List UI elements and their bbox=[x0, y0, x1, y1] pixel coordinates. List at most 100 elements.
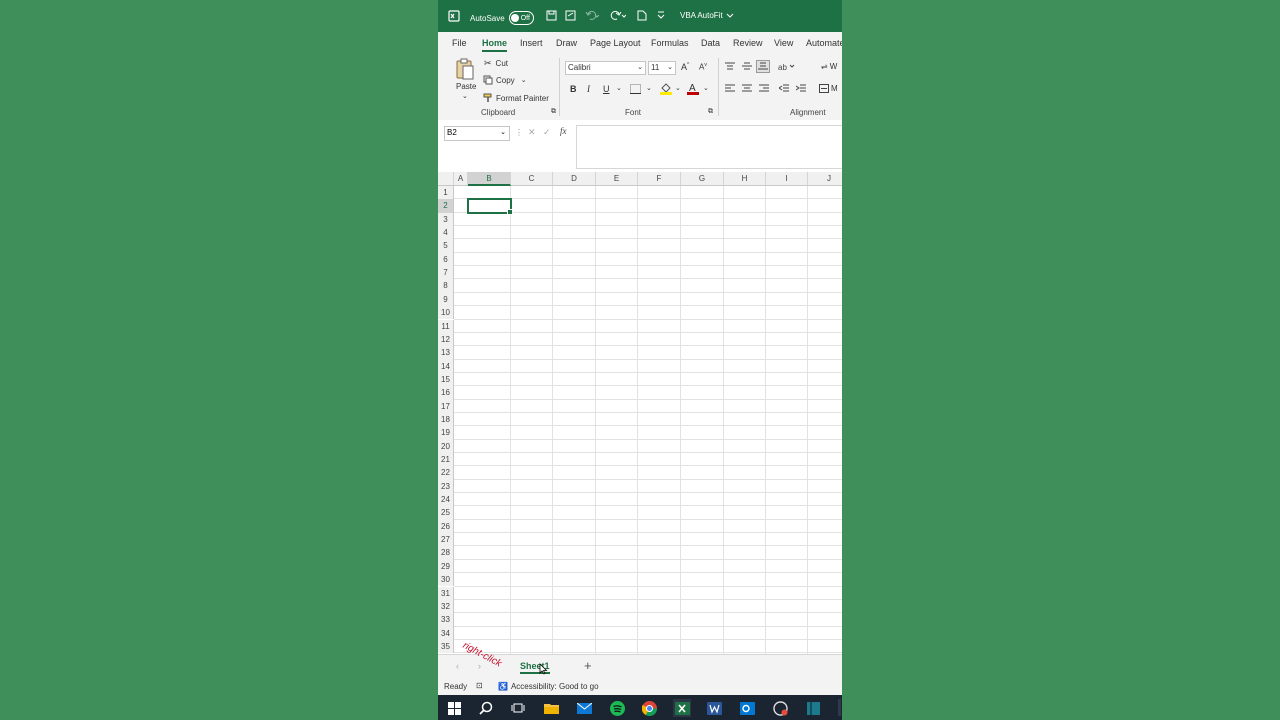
row-header-33[interactable]: 33 bbox=[438, 613, 454, 627]
clipboard-launcher-icon[interactable]: ⧉ bbox=[551, 108, 556, 116]
column-header-f[interactable]: F bbox=[638, 172, 681, 186]
row-header-4[interactable]: 4 bbox=[438, 226, 454, 240]
borders-dropdown-icon[interactable]: ⌄ bbox=[646, 84, 652, 92]
row-header-9[interactable]: 9 bbox=[438, 292, 454, 307]
column-header-i[interactable]: I bbox=[766, 172, 808, 186]
row-header-31[interactable]: 31 bbox=[438, 586, 454, 600]
row-header-35[interactable]: 35 bbox=[438, 639, 454, 654]
wrap-text-button[interactable]: ⇌ W bbox=[821, 62, 837, 71]
spotify-icon[interactable] bbox=[608, 699, 626, 717]
row-header-7[interactable]: 7 bbox=[438, 266, 454, 280]
fill-color-icon[interactable] bbox=[660, 82, 672, 97]
name-box[interactable]: B2 ⌄ bbox=[444, 126, 510, 141]
row-header-24[interactable]: 24 bbox=[438, 493, 454, 507]
decrease-font-button[interactable]: Av bbox=[699, 62, 707, 72]
underline-button[interactable]: U bbox=[603, 84, 610, 94]
row-header-15[interactable]: 15 bbox=[438, 372, 454, 387]
row-header-17[interactable]: 17 bbox=[438, 399, 454, 413]
orientation-icon[interactable]: ab bbox=[778, 61, 796, 73]
active-cell-b2[interactable] bbox=[467, 198, 513, 215]
row-header-3[interactable]: 3 bbox=[438, 212, 454, 227]
save-icon[interactable] bbox=[546, 10, 557, 21]
tab-data[interactable]: Data bbox=[701, 38, 720, 48]
increase-font-button[interactable]: A^ bbox=[681, 62, 689, 72]
row-header-27[interactable]: 27 bbox=[438, 533, 454, 547]
font-color-icon[interactable]: A bbox=[687, 82, 699, 97]
font-name-select[interactable]: Calibri ⌄ bbox=[565, 61, 646, 75]
column-header-h[interactable]: H bbox=[724, 172, 766, 186]
insert-function-icon[interactable]: fx bbox=[560, 126, 567, 136]
column-header-g[interactable]: G bbox=[681, 172, 724, 186]
tab-page-layout[interactable]: Page Layout bbox=[590, 38, 641, 48]
row-header-19[interactable]: 19 bbox=[438, 426, 454, 440]
word-icon[interactable] bbox=[705, 699, 723, 717]
row-header-1[interactable]: 1 bbox=[438, 186, 454, 200]
column-header-a[interactable]: A bbox=[454, 172, 468, 186]
row-header-16[interactable]: 16 bbox=[438, 386, 454, 400]
bold-button[interactable]: B bbox=[570, 84, 577, 94]
select-all-corner[interactable] bbox=[438, 172, 454, 186]
row-header-22[interactable]: 22 bbox=[438, 466, 454, 480]
document-title[interactable]: VBA AutoFit bbox=[680, 11, 734, 20]
row-header-11[interactable]: 11 bbox=[438, 319, 454, 333]
font-size-select[interactable]: 11 ⌄ bbox=[648, 61, 676, 75]
tab-insert[interactable]: Insert bbox=[520, 38, 543, 48]
cut-button[interactable]: ✂ Cut bbox=[484, 58, 508, 69]
row-header-13[interactable]: 13 bbox=[438, 346, 454, 360]
decrease-indent-icon[interactable] bbox=[778, 84, 789, 95]
align-left-icon[interactable] bbox=[725, 84, 735, 95]
undo-icon[interactable] bbox=[585, 10, 599, 20]
mail-icon[interactable] bbox=[575, 699, 593, 717]
column-header-e[interactable]: E bbox=[596, 172, 638, 186]
new-file-icon[interactable] bbox=[637, 10, 647, 21]
row-header-8[interactable]: 8 bbox=[438, 279, 454, 293]
row-header-6[interactable]: 6 bbox=[438, 252, 454, 267]
app-icon[interactable] bbox=[804, 699, 822, 717]
customize-qat-icon[interactable] bbox=[657, 10, 665, 20]
align-right-icon[interactable] bbox=[759, 84, 769, 95]
next-sheet-icon[interactable]: › bbox=[478, 661, 481, 671]
prev-sheet-icon[interactable]: ‹ bbox=[456, 661, 459, 671]
row-header-32[interactable]: 32 bbox=[438, 599, 454, 614]
cancel-icon[interactable]: ✕ bbox=[528, 127, 536, 138]
search-icon[interactable] bbox=[477, 699, 495, 717]
add-sheet-button[interactable]: + bbox=[584, 658, 592, 673]
underline-dropdown-icon[interactable]: ⌄ bbox=[616, 84, 622, 92]
tab-draw[interactable]: Draw bbox=[556, 38, 577, 48]
format-painter-button[interactable]: Format Painter bbox=[483, 93, 549, 103]
row-header-12[interactable]: 12 bbox=[438, 332, 454, 347]
borders-icon[interactable] bbox=[630, 84, 641, 96]
column-header-b[interactable]: B bbox=[468, 172, 511, 186]
copy-dropdown-icon[interactable]: ⌄ bbox=[521, 76, 527, 84]
fill-dropdown-icon[interactable]: ⌄ bbox=[675, 84, 681, 92]
paste-dropdown-icon[interactable]: ⌄ bbox=[462, 92, 468, 100]
row-header-14[interactable]: 14 bbox=[438, 359, 454, 373]
tab-file[interactable]: File bbox=[452, 38, 467, 48]
align-center-icon[interactable] bbox=[742, 84, 752, 95]
row-header-29[interactable]: 29 bbox=[438, 559, 454, 574]
increase-indent-icon[interactable] bbox=[795, 84, 806, 95]
tab-review[interactable]: Review bbox=[733, 38, 763, 48]
row-header-2[interactable]: 2 bbox=[438, 199, 454, 213]
align-top-icon[interactable] bbox=[725, 62, 735, 73]
paste-button[interactable]: Paste bbox=[456, 82, 476, 91]
paste-icon[interactable] bbox=[455, 58, 475, 82]
accessibility-status[interactable]: ♿ Accessibility: Good to go bbox=[498, 682, 599, 691]
align-bottom-icon[interactable] bbox=[756, 60, 770, 73]
outlook-icon[interactable] bbox=[738, 699, 756, 717]
row-header-21[interactable]: 21 bbox=[438, 453, 454, 467]
fill-handle[interactable] bbox=[507, 208, 513, 215]
tab-automate[interactable]: Automate bbox=[806, 38, 842, 48]
row-header-34[interactable]: 34 bbox=[438, 626, 454, 640]
form-icon[interactable] bbox=[565, 10, 576, 21]
screen-recorder-icon[interactable] bbox=[771, 699, 789, 717]
font-color-dropdown-icon[interactable]: ⌄ bbox=[703, 84, 709, 92]
row-header-5[interactable]: 5 bbox=[438, 239, 454, 253]
merge-center-button[interactable]: M bbox=[819, 84, 838, 93]
spreadsheet-grid[interactable]: A B C D E F G H I J 1 2 3 4 5 6 7 8 9 10 11 12 13 14 15 16 17 18 19 2… bbox=[438, 172, 842, 654]
formula-input[interactable] bbox=[576, 125, 842, 169]
row-header-28[interactable]: 28 bbox=[438, 546, 454, 560]
row-header-25[interactable]: 25 bbox=[438, 506, 454, 520]
row-header-10[interactable]: 10 bbox=[438, 306, 454, 320]
column-header-d[interactable]: D bbox=[553, 172, 596, 186]
